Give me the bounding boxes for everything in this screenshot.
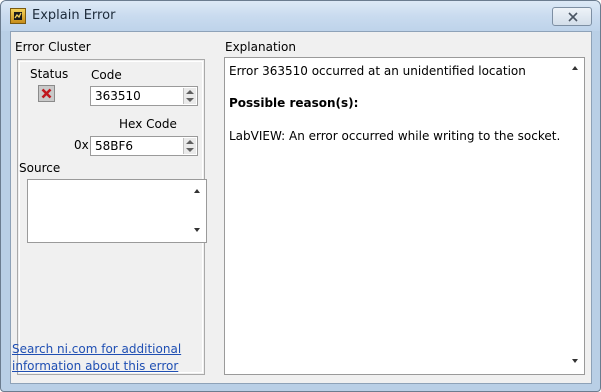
- dialog-body: Error Cluster Status Code 363510 Hex Cod…: [10, 31, 592, 384]
- close-button[interactable]: [552, 7, 592, 26]
- scroll-up-icon[interactable]: [572, 66, 578, 70]
- increment-icon[interactable]: [186, 90, 194, 94]
- code-field[interactable]: 363510: [90, 86, 198, 106]
- increment-icon[interactable]: [186, 140, 194, 144]
- hex-code-field[interactable]: 58BF6: [90, 136, 198, 156]
- explain-error-window: Explain Error Error Cluster Status Code …: [0, 0, 601, 392]
- hex-code-label: Hex Code: [119, 117, 177, 131]
- code-stepper[interactable]: [183, 88, 196, 104]
- explanation-text-box[interactable]: Error 363510 occurred at an unidentified…: [224, 57, 585, 375]
- search-ni-link-line1[interactable]: Search ni.com for additional: [12, 342, 181, 356]
- scroll-up-icon[interactable]: [194, 189, 200, 193]
- decrement-icon[interactable]: [186, 98, 194, 102]
- status-label: Status: [30, 67, 69, 81]
- labview-icon: [10, 8, 26, 24]
- source-field[interactable]: [27, 179, 207, 243]
- code-value: 363510: [95, 89, 141, 103]
- possible-reasons-heading: Possible reason(s):: [229, 96, 359, 110]
- source-label: Source: [19, 161, 61, 175]
- title-bar[interactable]: Explain Error: [1, 1, 600, 31]
- explanation-line-2: LabVIEW: An error occurred while writing…: [229, 129, 561, 143]
- explanation-label: Explanation: [225, 40, 296, 54]
- explanation-scrollbar[interactable]: [567, 58, 584, 374]
- scroll-down-icon[interactable]: [194, 228, 200, 232]
- error-cluster-label: Error Cluster: [15, 40, 91, 54]
- explanation-line-1: Error 363510 occurred at an unidentified…: [229, 64, 526, 78]
- scroll-down-icon[interactable]: [572, 359, 578, 363]
- source-scrollbar[interactable]: [189, 180, 206, 242]
- decrement-icon[interactable]: [186, 148, 194, 152]
- code-label: Code: [91, 68, 122, 82]
- search-ni-link-line2[interactable]: information about this error: [12, 359, 178, 373]
- close-icon: [568, 12, 578, 22]
- hex-code-value: 58BF6: [95, 139, 134, 153]
- error-x-icon: [41, 88, 52, 99]
- hex-code-stepper[interactable]: [183, 138, 196, 154]
- status-indicator[interactable]: [38, 85, 55, 102]
- hex-prefix: 0x: [74, 138, 89, 152]
- window-title: Explain Error: [32, 8, 116, 23]
